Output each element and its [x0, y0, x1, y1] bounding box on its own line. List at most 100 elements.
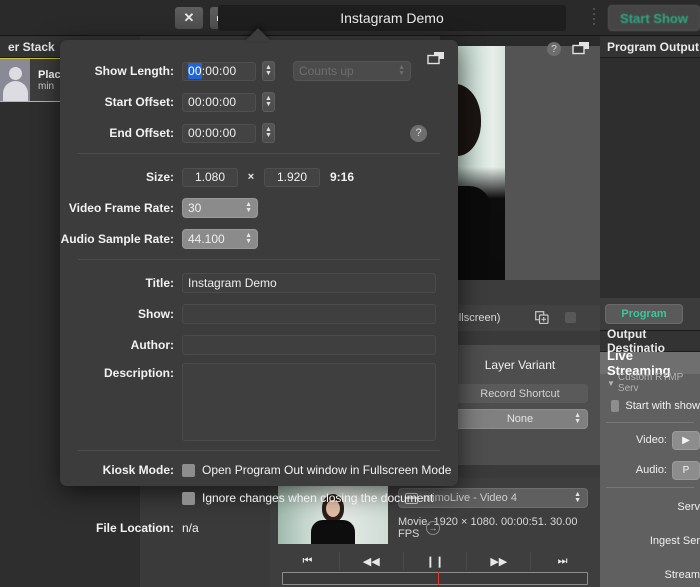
- duplicate-icon[interactable]: [535, 311, 549, 325]
- audio-label: Audio:: [635, 464, 667, 476]
- author-input[interactable]: [182, 335, 436, 355]
- dimmed-icon[interactable]: [565, 312, 576, 323]
- chevron-updown-icon: ▲ ▼: [574, 491, 581, 504]
- divider: [78, 153, 440, 154]
- author-row: Author:: [60, 332, 458, 358]
- audio-select[interactable]: P: [672, 460, 700, 480]
- skip-to-start-button[interactable]: ⏮: [276, 552, 340, 570]
- ignore-changes-checkbox[interactable]: Ignore changes when closing the document: [182, 487, 434, 509]
- show-length-selected-segment: 00: [188, 63, 202, 79]
- window-toggle-icon[interactable]: [572, 41, 590, 55]
- video-label: Video:: [636, 434, 667, 446]
- start-with-show-checkbox[interactable]: Start with show: [600, 392, 700, 420]
- kiosk-mode-row-2: Ignore changes when closing the document: [60, 487, 458, 509]
- checkbox-box: [182, 463, 195, 477]
- video-value: ▶: [682, 434, 690, 446]
- audio-sample-rate-value: 44.100: [188, 232, 225, 246]
- record-shortcut-button[interactable]: Record Shortcut: [452, 384, 588, 403]
- video-select[interactable]: ▶: [672, 430, 700, 450]
- layer-subtitle: min: [38, 80, 55, 92]
- size-width-input[interactable]: 1.080: [182, 167, 238, 187]
- chevron-down-icon: ▼: [607, 378, 615, 388]
- video-frame-rate-select[interactable]: 30 ▲ ▼: [182, 198, 258, 218]
- author-label: Author:: [130, 338, 174, 352]
- scrubber[interactable]: [282, 572, 588, 585]
- layer-thumbnail: [0, 59, 30, 101]
- skip-to-start-icon: ⏮: [302, 554, 313, 567]
- divider: [78, 259, 440, 260]
- fast-forward-button[interactable]: ▶▶: [467, 552, 532, 570]
- popover-pointer: [245, 28, 271, 41]
- toolbar-grip[interactable]: [592, 8, 596, 28]
- show-label: Show:: [138, 307, 174, 321]
- start-offset-label: Start Offset:: [104, 95, 174, 109]
- server-field-row: Serv: [600, 490, 700, 524]
- kiosk-fullscreen-checkbox[interactable]: Open Program Out window in Fullscreen Mo…: [182, 459, 451, 481]
- show-length-input[interactable]: 00:00:00: [182, 61, 256, 81]
- pause-button[interactable]: ❙❙: [404, 552, 468, 570]
- show-input[interactable]: [182, 304, 436, 324]
- variant-value: None: [506, 413, 534, 425]
- show-length-stepper[interactable]: ▲ ▼: [262, 61, 275, 81]
- program-button[interactable]: Program: [605, 304, 683, 324]
- file-location-value: n/a: [182, 521, 199, 535]
- program-preview-area: [440, 36, 600, 312]
- offsets-help-button[interactable]: ?: [410, 124, 427, 142]
- audio-sample-rate-select[interactable]: 44.100 ▲ ▼: [182, 229, 258, 249]
- end-offset-input[interactable]: 00:00:00: [182, 123, 256, 143]
- start-offset-stepper[interactable]: ▲ ▼: [262, 92, 275, 112]
- rewind-icon: ◀◀: [362, 555, 380, 568]
- reveal-file-button[interactable]: →: [426, 521, 440, 535]
- divider: [606, 422, 694, 423]
- ingest-server-label: Ingest Ser: [649, 535, 700, 547]
- divider: [606, 487, 694, 488]
- kiosk-fullscreen-label: Open Program Out window in Fullscreen Mo…: [202, 463, 452, 477]
- skip-to-end-icon: ⏭: [557, 554, 568, 567]
- chevron-updown-icon: ▲ ▼: [574, 412, 581, 425]
- program-button-row: Program: [600, 298, 700, 330]
- end-offset-value: 00:00:00: [188, 126, 237, 140]
- help-glyph: ?: [551, 43, 557, 55]
- rewind-button[interactable]: ◀◀: [340, 552, 404, 570]
- show-length-rest: :00:00: [201, 64, 237, 78]
- video-row: Video: ▶: [600, 425, 700, 455]
- layer-text: Plac min: [30, 69, 61, 92]
- help-icon[interactable]: ?: [547, 42, 561, 56]
- popover-window-icon[interactable]: [427, 51, 445, 65]
- layer-title: Plac: [38, 68, 61, 81]
- show-row: Show:: [60, 301, 458, 327]
- record-shortcut-label: Record Shortcut: [480, 387, 560, 400]
- top-toolbar: ✕ Instagram Demo Start Show: [0, 0, 700, 36]
- description-row: Description:: [60, 363, 458, 445]
- title-value: Instagram Demo: [188, 276, 277, 290]
- end-offset-stepper[interactable]: ▲ ▼: [262, 123, 275, 143]
- end-offset-label: End Offset:: [109, 126, 174, 140]
- stream-key-field-row: Stream: [600, 558, 700, 587]
- end-offset-row: End Offset: 00:00:00 ▲ ▼ ?: [60, 120, 458, 146]
- variant-select[interactable]: None ▲ ▼: [452, 409, 588, 429]
- divider: [78, 450, 440, 451]
- ingest-server-field-row: Ingest Ser: [600, 524, 700, 558]
- skip-to-end-button[interactable]: ⏭: [531, 552, 594, 570]
- kiosk-mode-label: Kiosk Mode:: [102, 463, 174, 477]
- checkbox-box: [182, 491, 195, 505]
- start-show-button[interactable]: Start Show: [608, 5, 700, 31]
- audio-sample-rate-row: Audio Sample Rate: 44.100 ▲ ▼: [60, 226, 458, 252]
- layer-stack-header-label: er Stack: [8, 39, 55, 54]
- title-input[interactable]: Instagram Demo: [182, 273, 436, 293]
- size-height-value: 1.920: [276, 170, 308, 184]
- mimolive-window: ✕ Instagram Demo Start Show er Stack Pla…: [0, 0, 700, 587]
- start-offset-input[interactable]: 00:00:00: [182, 92, 256, 112]
- description-label: Description:: [103, 366, 174, 380]
- description-textarea[interactable]: [182, 363, 436, 441]
- size-height-input[interactable]: 1.920: [264, 167, 320, 187]
- window-icon: [427, 52, 444, 65]
- close-x-button[interactable]: ✕: [174, 6, 204, 30]
- playhead[interactable]: [438, 572, 439, 585]
- start-offset-row: Start Offset: 00:00:00 ▲ ▼: [60, 89, 458, 115]
- file-location-label: File Location:: [96, 521, 174, 535]
- server-label: Serv: [677, 501, 700, 513]
- counter-mode-select[interactable]: Counts up ▲ ▼: [293, 61, 411, 81]
- document-title-text: Instagram Demo: [340, 10, 444, 26]
- checkbox-box: [611, 400, 620, 412]
